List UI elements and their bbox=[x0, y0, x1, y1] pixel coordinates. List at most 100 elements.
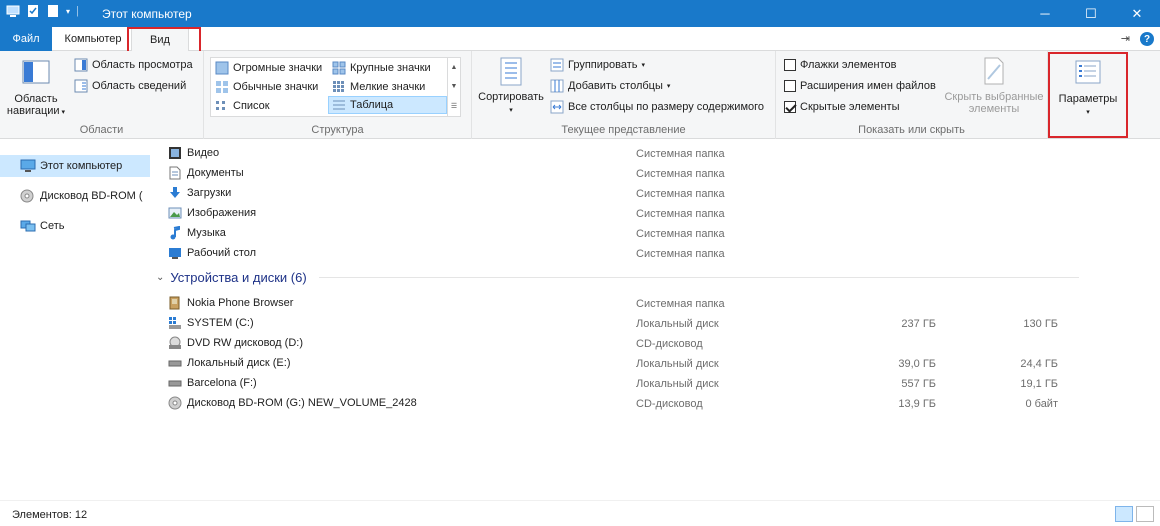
chevron-down-icon[interactable]: ⌄ bbox=[156, 272, 164, 283]
sort-icon bbox=[500, 57, 522, 86]
list-item[interactable]: Музыка Системная папка bbox=[152, 223, 1160, 243]
group-current-view: Сортировать ▾ Группировать ▾ Добавить стол… bbox=[472, 51, 776, 139]
layout-large-icons[interactable]: Крупные значки bbox=[329, 59, 434, 77]
drive-icon bbox=[168, 376, 182, 390]
small-icons-icon bbox=[332, 80, 346, 94]
status-bar: Элементов: 12 bbox=[0, 500, 1160, 526]
drive-icon bbox=[168, 356, 182, 370]
list-item[interactable]: Документы Системная папка bbox=[152, 163, 1160, 183]
disc-icon bbox=[168, 396, 182, 410]
details-pane-icon bbox=[74, 79, 88, 93]
maximize-button[interactable]: ☐ bbox=[1068, 0, 1114, 27]
options-highlight bbox=[1048, 52, 1128, 138]
checkbox-file-extensions[interactable] bbox=[784, 80, 796, 92]
layout-medium-icons[interactable]: Обычные значки bbox=[212, 78, 321, 96]
layout-small-icons[interactable]: Мелкие значки bbox=[329, 78, 428, 96]
tab-computer[interactable]: Компьютер bbox=[56, 27, 130, 51]
group-label: Показать или скрыть bbox=[858, 124, 965, 136]
video-folder-icon bbox=[168, 146, 182, 160]
navigation-pane-button[interactable]: Область навигации ▾ bbox=[4, 59, 68, 119]
nav-item-this-pc[interactable]: Этот компьютер bbox=[0, 155, 150, 177]
group-divider bbox=[318, 277, 1079, 278]
documents-folder-icon bbox=[168, 166, 182, 180]
quick-access-toolbar: ▾ | bbox=[6, 4, 79, 18]
qat-separator: | bbox=[76, 5, 79, 17]
item-checkboxes-toggle[interactable]: Флажки элементов bbox=[784, 56, 896, 74]
scroll-up-icon: ▲ bbox=[450, 64, 458, 71]
disc-icon bbox=[20, 189, 34, 203]
list-item[interactable]: Nokia Phone Browser Системная папка bbox=[152, 293, 1160, 313]
downloads-folder-icon bbox=[168, 186, 182, 200]
checkbox-hidden-items[interactable] bbox=[784, 101, 796, 113]
pictures-folder-icon bbox=[168, 206, 182, 220]
title-bar: ▾ | Этот компьютер ─ ☐ ✕ bbox=[0, 0, 1160, 27]
properties-icon[interactable] bbox=[26, 4, 40, 18]
list-item[interactable]: SYSTEM (C:) Локальный диск 237 ГБ 130 ГБ bbox=[152, 313, 1160, 333]
devices-group-header[interactable]: ⌄ Устройства и диски (6) bbox=[156, 270, 1079, 285]
dvd-drive-icon bbox=[168, 336, 182, 350]
qat-dropdown-icon[interactable]: ▾ bbox=[66, 7, 70, 16]
group-label: Области bbox=[79, 124, 124, 136]
list-item[interactable]: Изображения Системная папка bbox=[152, 203, 1160, 223]
navigation-pane-label: Область навигации bbox=[6, 93, 60, 117]
sort-button[interactable]: Сортировать ▾ bbox=[476, 57, 546, 117]
nav-item-network[interactable]: Сеть bbox=[0, 215, 150, 237]
layout-gallery: Огромные значки Крупные значки Обычные з… bbox=[210, 57, 461, 117]
music-folder-icon bbox=[168, 225, 182, 240]
ribbon: Область навигации ▾ Область просмотра Об… bbox=[0, 51, 1160, 139]
help-icon[interactable]: ? bbox=[1140, 32, 1154, 46]
file-extensions-toggle[interactable]: Расширения имен файлов bbox=[784, 77, 936, 95]
phone-icon bbox=[168, 296, 182, 310]
desktop-folder-icon bbox=[168, 246, 182, 260]
computer-icon bbox=[6, 4, 20, 18]
group-areas: Область навигации ▾ Область просмотра Об… bbox=[0, 51, 204, 139]
nav-item-bd-rom[interactable]: Дисковод BD-ROM ( bbox=[0, 185, 150, 207]
group-label: Структура bbox=[311, 124, 364, 136]
checkbox-item-checkboxes[interactable] bbox=[784, 59, 796, 71]
gallery-scroll[interactable]: ▲ ▼ ☰ bbox=[447, 58, 460, 116]
pin-ribbon-icon[interactable]: ⇥ bbox=[1121, 32, 1130, 46]
system-drive-icon bbox=[168, 316, 182, 330]
tab-file[interactable]: Файл bbox=[0, 27, 52, 51]
hidden-items-toggle[interactable]: Скрытые элементы bbox=[784, 98, 900, 116]
details-view-toggle[interactable] bbox=[1115, 506, 1133, 522]
navigation-pane-icon bbox=[22, 60, 50, 84]
fit-columns-button[interactable]: Все столбцы по размеру содержимого bbox=[550, 98, 764, 116]
group-by-icon bbox=[550, 58, 564, 72]
close-button[interactable]: ✕ bbox=[1114, 0, 1160, 27]
hide-selected-button[interactable]: Скрыть выбранные элементы bbox=[942, 57, 1046, 115]
list-item[interactable]: DVD RW дисковод (D:) CD-дисковод bbox=[152, 333, 1160, 353]
layout-extra-large-icons[interactable]: Огромные значки bbox=[212, 59, 325, 77]
list-item[interactable]: Рабочий стол Системная папка bbox=[152, 243, 1160, 263]
large-icons-view-toggle[interactable] bbox=[1136, 506, 1154, 522]
large-icons-icon bbox=[332, 61, 346, 75]
details-pane-button[interactable]: Область сведений bbox=[74, 77, 186, 95]
file-list: Видео Системная папка Документы Системна… bbox=[152, 140, 1160, 500]
list-view-icon bbox=[215, 99, 229, 113]
group-show-hide: Флажки элементов Расширения имен файлов … bbox=[776, 51, 1048, 139]
layout-list[interactable]: Список bbox=[212, 97, 273, 115]
scroll-down-icon: ▼ bbox=[450, 83, 458, 90]
group-label: Текущее представление bbox=[561, 124, 686, 136]
navigation-pane: Этот компьютер Дисковод BD-ROM ( Сеть bbox=[0, 140, 150, 500]
list-item[interactable]: Barcelona (F:) Локальный диск 557 ГБ 19,… bbox=[152, 373, 1160, 393]
add-columns-button[interactable]: Добавить столбцы ▾ bbox=[550, 77, 670, 95]
preview-pane-icon bbox=[74, 58, 88, 72]
group-by-button[interactable]: Группировать ▾ bbox=[550, 56, 645, 74]
list-item[interactable]: Видео Системная папка bbox=[152, 143, 1160, 163]
list-item[interactable]: Загрузки Системная папка bbox=[152, 183, 1160, 203]
hide-selected-icon bbox=[984, 57, 1004, 85]
new-folder-icon[interactable] bbox=[46, 4, 60, 18]
computer-icon bbox=[20, 159, 36, 173]
medium-icons-icon bbox=[215, 80, 229, 94]
details-view-icon bbox=[332, 98, 346, 112]
minimize-button[interactable]: ─ bbox=[1022, 0, 1068, 27]
list-item[interactable]: Локальный диск (E:) Локальный диск 39,0 … bbox=[152, 353, 1160, 373]
preview-pane-button[interactable]: Область просмотра bbox=[74, 56, 193, 74]
layout-details[interactable]: Таблица bbox=[328, 96, 447, 114]
network-icon bbox=[20, 219, 36, 233]
item-count: Элементов: 12 bbox=[12, 509, 88, 521]
list-item[interactable]: Дисковод BD-ROM (G:) NEW_VOLUME_2428 CD-… bbox=[152, 393, 1160, 413]
add-columns-icon bbox=[550, 79, 564, 93]
ribbon-tabs: Файл Компьютер Вид ⇥ ? bbox=[0, 27, 1160, 56]
